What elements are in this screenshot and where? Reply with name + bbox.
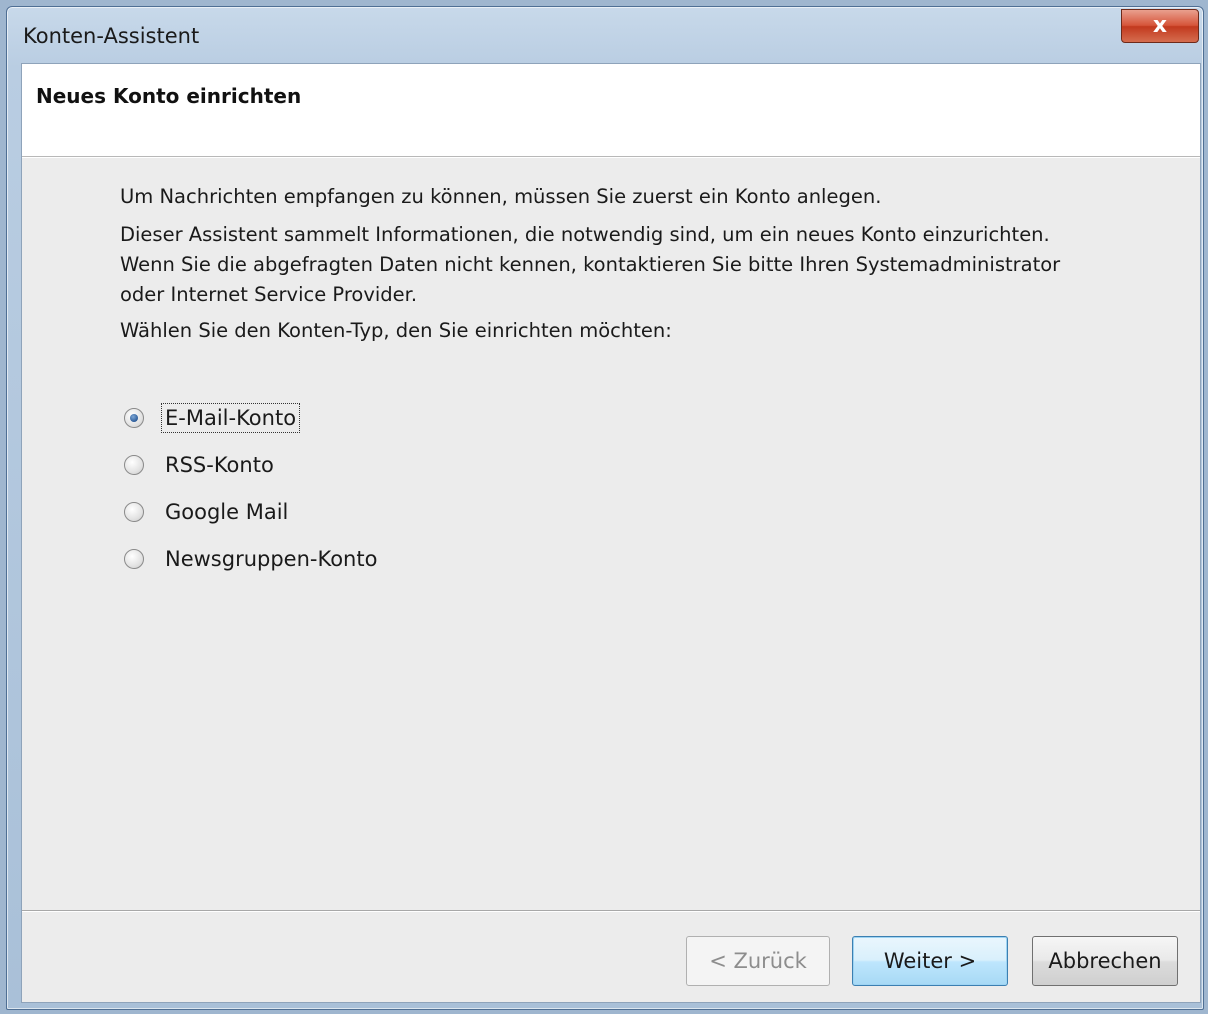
description: Um Nachrichten empfangen zu können, müss…: [120, 182, 1160, 354]
footer-separator: [22, 910, 1200, 912]
close-button[interactable]: x: [1121, 9, 1199, 43]
radio-label[interactable]: Google Mail: [162, 498, 291, 526]
radio-label[interactable]: Newsgruppen-Konto: [162, 545, 380, 573]
radio-label[interactable]: E-Mail-Konto: [160, 402, 301, 433]
radio-button-checked[interactable]: [124, 407, 144, 428]
radio-label[interactable]: RSS-Konto: [162, 451, 277, 479]
dialog-body: Neues Konto einrichten Um Nachrichten em…: [21, 63, 1201, 1003]
page-title: Neues Konto einrichten: [36, 84, 302, 108]
radio-rss-account[interactable]: RSS-Konto: [124, 441, 380, 488]
back-button[interactable]: < Zurück: [686, 936, 830, 986]
wizard-window: Konten-Assistent x Neues Konto einrichte…: [6, 6, 1204, 1010]
info-line-1: Dieser Assistent sammelt Informationen, …: [120, 223, 1050, 246]
cancel-button[interactable]: Abbrechen: [1032, 936, 1178, 986]
radio-newsgroup-account[interactable]: Newsgruppen-Konto: [124, 535, 380, 582]
account-type-radio-group: E-Mail-Konto RSS-Konto Google Mail Newsg…: [124, 394, 380, 582]
title-bar[interactable]: Konten-Assistent x: [7, 7, 1203, 63]
page-header: Neues Konto einrichten: [22, 64, 1200, 158]
radio-button[interactable]: [124, 548, 144, 569]
next-button[interactable]: Weiter >: [852, 936, 1008, 986]
close-icon: x: [1152, 13, 1168, 38]
info-line-2: Wenn Sie die abgefragten Daten nicht ken…: [120, 253, 1061, 276]
radio-button[interactable]: [124, 454, 144, 475]
account-type-prompt: Wählen Sie den Konten-Typ, den Sie einri…: [120, 319, 672, 342]
info-text: Dieser Assistent sammelt Informationen, …: [120, 220, 1160, 310]
window-title: Konten-Assistent: [23, 24, 200, 48]
intro-text: Um Nachrichten empfangen zu können, müss…: [120, 185, 882, 208]
radio-google-mail[interactable]: Google Mail: [124, 488, 380, 535]
radio-email-account[interactable]: E-Mail-Konto: [124, 394, 380, 441]
radio-button[interactable]: [124, 501, 144, 522]
info-line-3: oder Internet Service Provider.: [120, 283, 418, 306]
